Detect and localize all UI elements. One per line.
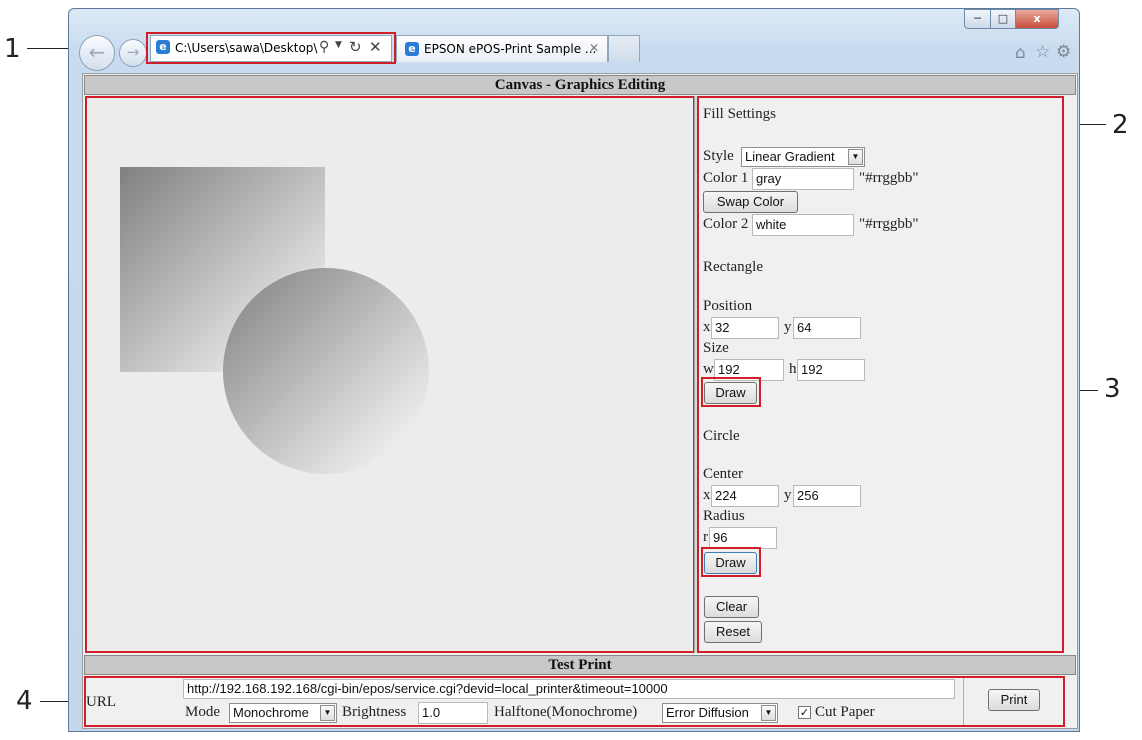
test-print-header: Test Print — [84, 655, 1076, 675]
address-bar-highlight — [146, 32, 396, 64]
close-icon[interactable]: x — [1015, 9, 1059, 29]
settings-gear-icon[interactable]: ⚙ — [1056, 42, 1071, 62]
tab-close-icon[interactable]: ✕ — [589, 41, 599, 55]
new-tab-button[interactable] — [608, 35, 640, 62]
callout-3: 3 — [1104, 374, 1121, 404]
test-print-highlight — [84, 676, 1065, 727]
tab-epson-sample[interactable]: e EPSON ePOS-Print Sample ... ✕ — [396, 35, 608, 62]
maximize-icon[interactable]: □ — [990, 9, 1016, 29]
canvas-area-highlight — [85, 96, 695, 653]
controls-panel-highlight — [697, 96, 1064, 653]
callout-1: 1 — [4, 34, 21, 64]
canvas-section-header: Canvas - Graphics Editing — [84, 75, 1076, 95]
callout-4: 4 — [16, 686, 33, 716]
home-icon[interactable]: ⌂ — [1015, 43, 1026, 63]
ie-icon: e — [405, 42, 419, 56]
tab-title: EPSON ePOS-Print Sample ... — [424, 42, 597, 56]
back-arrow-icon[interactable]: ← — [79, 35, 115, 71]
forward-arrow-icon[interactable]: → — [119, 39, 147, 67]
favorites-star-icon[interactable]: ☆ — [1035, 42, 1050, 62]
callout-2: 2 — [1112, 110, 1129, 140]
minimize-icon[interactable]: ─ — [964, 9, 991, 29]
